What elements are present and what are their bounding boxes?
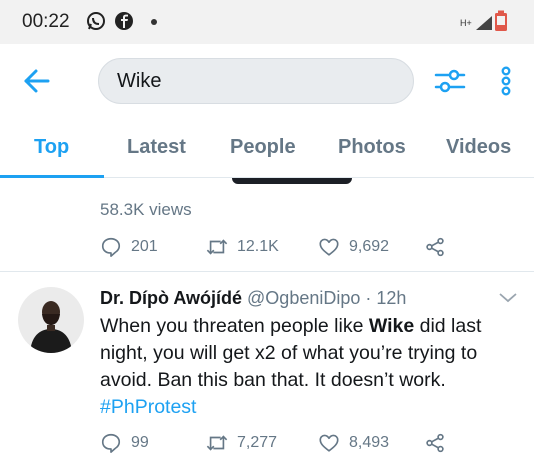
like-count: 9,692 xyxy=(349,238,390,255)
tweet-text: When you threaten people like Wike did l… xyxy=(100,313,520,421)
like-button[interactable]: 8,493 xyxy=(318,431,389,455)
tweet-actions: 201 12.1K 9,692 xyxy=(100,235,520,259)
view-count: 58.3K views xyxy=(100,200,192,219)
author-handle[interactable]: @OgbeniDipo xyxy=(247,288,360,308)
tweet-timestamp: 12h xyxy=(376,288,407,308)
like-button[interactable]: 9,692 xyxy=(318,235,389,259)
hashtag-link[interactable]: #PhProtest xyxy=(100,396,196,418)
tweet-options-button[interactable] xyxy=(497,290,519,306)
retweet-icon xyxy=(206,435,228,451)
heart-icon xyxy=(319,238,339,256)
vertical-dots-icon xyxy=(501,66,511,96)
reply-count: 201 xyxy=(131,238,158,255)
whatsapp-icon xyxy=(86,11,106,31)
separator: · xyxy=(365,288,372,308)
arrow-left-icon xyxy=(24,69,50,93)
reply-icon xyxy=(101,433,121,453)
search-tabs: Top Latest People Photos Videos xyxy=(0,118,534,178)
share-icon xyxy=(426,237,444,257)
tweet-media-preview[interactable] xyxy=(232,178,352,184)
status-time: 00:22 xyxy=(22,11,70,32)
tweet-header: Dr. Dípò Awójídé @OgbeniDipo · 12h xyxy=(100,288,406,309)
notification-dot xyxy=(151,19,157,25)
chevron-down-icon xyxy=(499,293,517,303)
search-filter-button[interactable] xyxy=(432,63,468,99)
reply-button[interactable]: 99 xyxy=(100,431,149,455)
share-button[interactable] xyxy=(424,235,446,259)
status-bar: 00:22 H+ xyxy=(0,0,534,44)
tab-top[interactable]: Top xyxy=(34,136,69,159)
search-query: Wike xyxy=(117,70,162,92)
tab-people[interactable]: People xyxy=(230,136,296,159)
retweet-button[interactable]: 12.1K xyxy=(206,235,279,259)
search-input[interactable]: Wike xyxy=(98,58,414,104)
heart-icon xyxy=(319,434,339,452)
author-name[interactable]: Dr. Dípò Awójídé xyxy=(100,288,242,308)
retweet-count: 12.1K xyxy=(237,238,279,255)
search-term-highlight: Wike xyxy=(368,315,415,337)
like-count: 8,493 xyxy=(349,434,390,451)
tweet-actions: 99 7,277 8,493 xyxy=(100,431,520,455)
reply-button[interactable]: 201 xyxy=(100,235,158,259)
tweet-text-part: When you threaten people like xyxy=(100,315,369,337)
search-header: Wike xyxy=(0,44,534,118)
tab-videos[interactable]: Videos xyxy=(446,136,511,159)
battery-icon xyxy=(494,10,508,32)
more-options-button[interactable] xyxy=(494,63,518,99)
facebook-icon xyxy=(114,11,134,31)
signal-icon xyxy=(474,12,494,32)
back-button[interactable] xyxy=(20,64,54,98)
reply-count: 99 xyxy=(131,434,149,451)
tab-photos[interactable]: Photos xyxy=(338,136,406,159)
retweet-count: 7,277 xyxy=(237,434,278,451)
retweet-button[interactable]: 7,277 xyxy=(206,431,277,455)
share-icon xyxy=(426,433,444,453)
tab-latest[interactable]: Latest xyxy=(127,136,186,159)
share-button[interactable] xyxy=(424,431,446,455)
retweet-icon xyxy=(206,239,228,255)
reply-icon xyxy=(101,237,121,257)
sliders-icon xyxy=(434,69,466,93)
active-tab-indicator xyxy=(0,175,104,178)
network-type: H+ xyxy=(460,18,472,28)
tweet-divider xyxy=(0,271,534,272)
avatar[interactable] xyxy=(18,287,84,353)
